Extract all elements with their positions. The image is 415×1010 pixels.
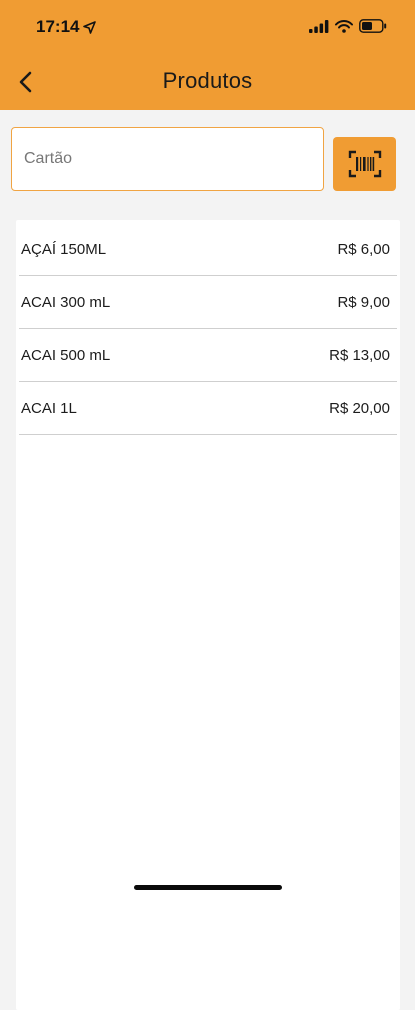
status-bar: 17:14: [0, 0, 415, 54]
nav-bar: Produtos: [0, 54, 415, 110]
product-row-acai-150ml[interactable]: AÇAÍ 150ML R$ 6,00: [19, 223, 397, 276]
product-name: ACAI 1L: [21, 399, 77, 417]
product-price: R$ 6,00: [337, 240, 390, 258]
product-name: ACAI 300 mL: [21, 293, 111, 311]
page-title: Produtos: [162, 68, 253, 93]
status-time-label: 17:14: [36, 17, 80, 36]
product-price: R$ 9,00: [337, 293, 390, 311]
main-content: AÇAÍ 150ML R$ 6,00 ACAI 300 mL R$ 9,00 A…: [0, 110, 415, 1010]
product-name: ACAI 500 mL: [21, 346, 111, 364]
barcode-scan-button[interactable]: [333, 137, 396, 191]
product-price: R$ 13,00: [329, 346, 390, 364]
product-row-acai-300ml[interactable]: ACAI 300 mL R$ 9,00: [19, 276, 397, 329]
app-header: 17:14 Produtos: [0, 0, 415, 110]
home-indicator[interactable]: [134, 885, 282, 890]
product-list: AÇAÍ 150ML R$ 6,00 ACAI 300 mL R$ 9,00 A…: [16, 220, 400, 1010]
barcode-scan-icon: [348, 150, 381, 178]
card-search-input[interactable]: [11, 127, 324, 191]
product-row-acai-500ml[interactable]: ACAI 500 mL R$ 13,00: [19, 329, 397, 382]
product-name: AÇAÍ 150ML: [21, 240, 107, 258]
wifi-icon: [335, 19, 353, 33]
status-indicators: [309, 19, 387, 33]
status-time: 17:14: [36, 17, 97, 37]
battery-icon: [359, 19, 387, 33]
location-arrow-icon: [83, 20, 97, 34]
product-price: R$ 20,00: [329, 399, 390, 417]
signal-icon: [309, 19, 329, 33]
product-row-acai-1l[interactable]: ACAI 1L R$ 20,00: [19, 382, 397, 435]
